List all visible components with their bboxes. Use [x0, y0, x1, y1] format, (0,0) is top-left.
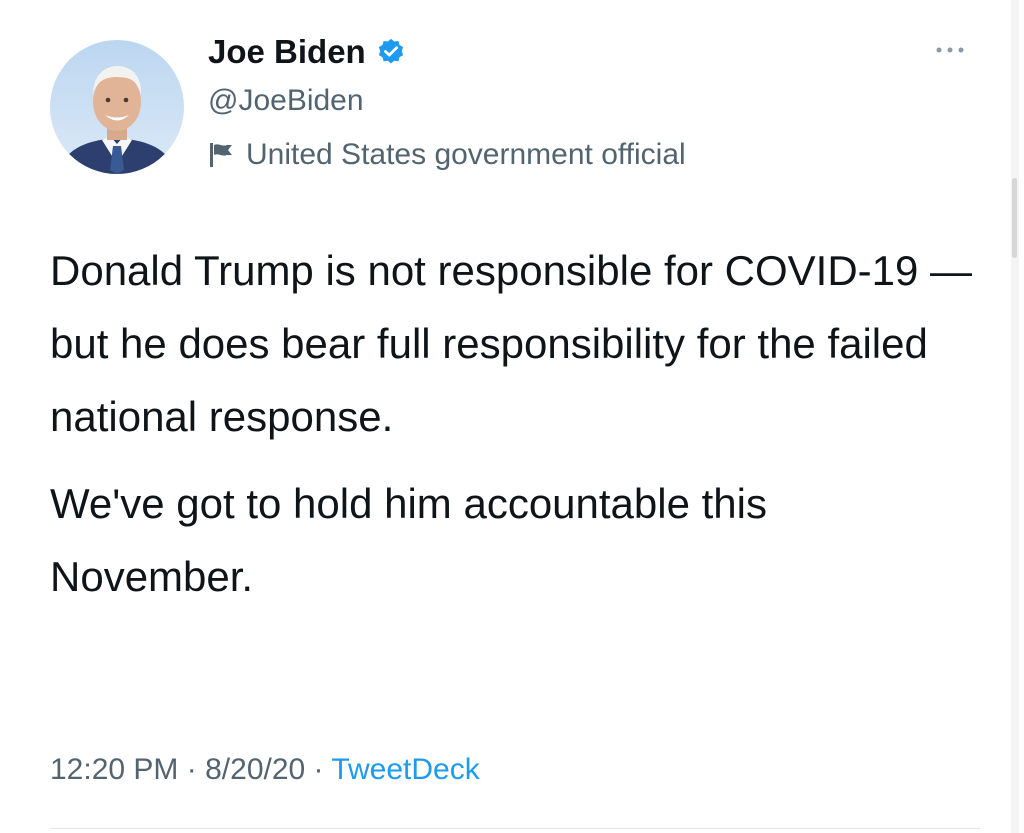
more-options-button[interactable] [930, 38, 970, 62]
tweet-time[interactable]: 12:20 PM [50, 753, 178, 786]
account-label-text: United States government official [246, 138, 686, 171]
more-dots-icon [935, 41, 965, 59]
avatar-image [50, 40, 184, 174]
tweet-date[interactable]: 8/20/20 [205, 753, 305, 786]
flag-icon [208, 141, 234, 169]
verified-badge-icon [376, 37, 406, 67]
account-label[interactable]: United States government official [208, 136, 686, 174]
tweet-source-link[interactable]: TweetDeck [331, 753, 479, 786]
tweet-metadata: 12:20 PM · 8/20/20 · TweetDeck [50, 750, 480, 790]
tweet-text: Donald Trump is not responsible for COVI… [50, 234, 980, 613]
name-row: Joe Biden [208, 32, 406, 72]
user-handle[interactable]: @JoeBiden [208, 82, 364, 120]
scrollbar[interactable] [1011, 0, 1019, 833]
tweet-card: Joe Biden @JoeBiden United States govern… [0, 0, 1024, 833]
meta-separator: · [313, 753, 324, 786]
tweet-paragraph: We've got to hold him accountable this N… [50, 480, 767, 600]
display-name[interactable]: Joe Biden [208, 32, 366, 72]
meta-separator: · [186, 753, 197, 786]
tweet-paragraph: Donald Trump is not responsible for COVI… [50, 247, 973, 440]
avatar[interactable] [50, 40, 184, 174]
scrollbar-thumb[interactable] [1012, 178, 1017, 258]
divider [50, 828, 980, 829]
